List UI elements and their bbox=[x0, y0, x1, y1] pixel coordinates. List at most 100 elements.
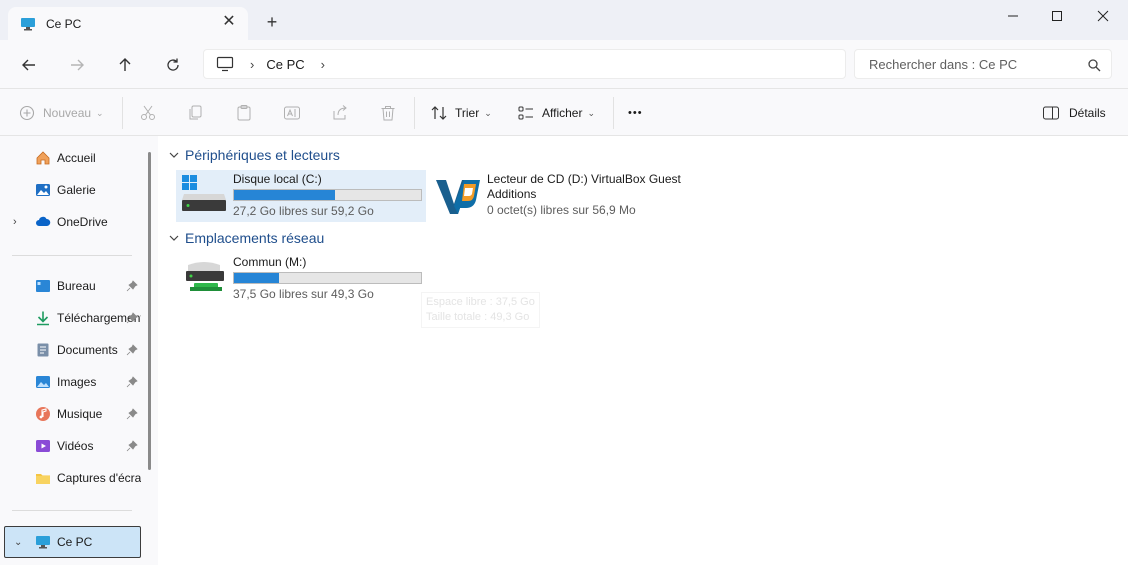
drive-name: Commun (M:) bbox=[233, 255, 307, 269]
network-drive-item-m[interactable]: Commun (M:) 37,5 Go libres sur 49,3 Go bbox=[176, 253, 426, 305]
refresh-button[interactable] bbox=[159, 52, 187, 78]
cloud-icon bbox=[36, 216, 51, 226]
tab-ce-pc[interactable]: Ce PC ✕ bbox=[8, 7, 248, 40]
delete-button[interactable] bbox=[379, 101, 397, 125]
view-icon bbox=[518, 106, 533, 120]
computer-icon bbox=[216, 56, 234, 72]
computer-icon bbox=[21, 17, 35, 30]
close-icon bbox=[1097, 10, 1109, 22]
tooltip-total-size: Taille totale : 49,3 Go bbox=[426, 311, 530, 323]
tab-title: Ce PC bbox=[46, 16, 82, 31]
copy-button[interactable] bbox=[187, 101, 205, 125]
desktop-icon bbox=[36, 280, 50, 292]
arrow-up-icon bbox=[119, 58, 131, 71]
gallery-icon bbox=[36, 184, 50, 196]
sidebar-item-gallery[interactable]: Galerie bbox=[0, 176, 145, 204]
up-button[interactable] bbox=[111, 52, 139, 78]
navigation-pane: Accueil Galerie › OneDrive Bureau Téléch… bbox=[0, 136, 158, 565]
maximize-button[interactable] bbox=[1034, 0, 1080, 32]
chevron-down-icon: ⌄ bbox=[587, 107, 596, 118]
drive-name: Disque local (C:) bbox=[233, 172, 322, 186]
sidebar-item-label: OneDrive bbox=[57, 215, 108, 229]
rename-icon bbox=[284, 106, 300, 120]
folder-icon bbox=[36, 474, 50, 484]
tab-close-button[interactable]: ✕ bbox=[220, 13, 238, 31]
paste-button[interactable] bbox=[235, 101, 253, 125]
sidebar-item-this-pc[interactable]: ⌄ Ce PC bbox=[4, 526, 141, 558]
paste-icon bbox=[237, 105, 251, 121]
separator bbox=[122, 97, 123, 129]
group-header-label: Périphériques et lecteurs bbox=[185, 147, 340, 163]
sidebar-item-music[interactable]: Musique bbox=[0, 400, 145, 428]
chevron-right-icon: › bbox=[250, 56, 255, 72]
computer-icon bbox=[36, 536, 50, 549]
pin-icon bbox=[126, 440, 138, 452]
chevron-down-icon bbox=[169, 235, 179, 241]
view-label: Afficher bbox=[542, 106, 583, 120]
rename-button[interactable] bbox=[283, 101, 301, 125]
sidebar-item-desktop[interactable]: Bureau bbox=[0, 272, 145, 300]
chevron-right-icon[interactable]: › bbox=[13, 216, 17, 228]
chevron-down-icon bbox=[169, 152, 179, 158]
cut-button[interactable] bbox=[139, 101, 157, 125]
arrow-right-icon bbox=[71, 59, 84, 71]
new-button[interactable]: Nouveau ⌄ bbox=[19, 101, 104, 125]
trash-icon bbox=[381, 106, 395, 121]
forward-button[interactable] bbox=[63, 52, 91, 78]
sidebar-scrollbar[interactable] bbox=[148, 152, 151, 470]
sidebar-item-screenshots[interactable]: Captures d'écran bbox=[0, 464, 145, 492]
sidebar-item-home[interactable]: Accueil bbox=[0, 144, 145, 172]
new-tab-button[interactable]: + bbox=[262, 12, 282, 32]
sidebar-item-downloads[interactable]: Téléchargements bbox=[0, 304, 145, 332]
share-icon bbox=[333, 105, 347, 120]
drive-free-space: 37,5 Go libres sur 49,3 Go bbox=[233, 287, 374, 301]
content-pane: Périphériques et lecteurs Disque local (… bbox=[158, 136, 1128, 565]
download-icon bbox=[37, 311, 49, 326]
group-header-network[interactable]: Emplacements réseau bbox=[168, 228, 324, 248]
sidebar-item-label: Ce PC bbox=[57, 535, 93, 549]
details-button[interactable]: Détails bbox=[1042, 101, 1106, 125]
command-bar: Nouveau ⌄ Trier ⌄ Afficher ⌄ ••• Détails bbox=[0, 89, 1128, 136]
drive-item-c[interactable]: Disque local (C:) 27,2 Go libres sur 59,… bbox=[176, 170, 426, 222]
new-label: Nouveau bbox=[43, 106, 92, 120]
virtualbox-cd-icon bbox=[436, 180, 480, 214]
close-button[interactable] bbox=[1080, 0, 1126, 32]
chevron-down-icon[interactable]: ⌄ bbox=[14, 537, 22, 548]
drive-usage-fill bbox=[234, 190, 335, 200]
separator bbox=[613, 97, 614, 129]
search-input[interactable]: Rechercher dans : Ce PC bbox=[854, 49, 1112, 79]
more-options-button[interactable]: ••• bbox=[628, 101, 643, 125]
group-header-devices[interactable]: Périphériques et lecteurs bbox=[168, 145, 340, 165]
documents-icon bbox=[37, 343, 49, 357]
sidebar-item-documents[interactable]: Documents bbox=[0, 336, 145, 364]
minimize-button[interactable] bbox=[990, 0, 1036, 32]
separator bbox=[414, 97, 415, 129]
view-button[interactable]: Afficher ⌄ bbox=[517, 101, 595, 125]
videos-icon bbox=[36, 440, 50, 452]
divider bbox=[12, 510, 132, 511]
sidebar-item-images[interactable]: Images bbox=[0, 368, 145, 396]
drive-item-d[interactable]: Lecteur de CD (D:) VirtualBox Guest Addi… bbox=[430, 170, 700, 222]
details-pane-icon bbox=[1043, 106, 1059, 120]
breadcrumb-ce-pc[interactable]: Ce PC bbox=[266, 57, 304, 72]
share-button[interactable] bbox=[331, 101, 349, 125]
cd-drive-name: Lecteur de CD (D:) VirtualBox Guest Addi… bbox=[487, 172, 681, 201]
drive-tooltip: Espace libre : 37,5 Go Taille totale : 4… bbox=[421, 292, 540, 328]
pin-icon bbox=[126, 408, 138, 420]
sort-button[interactable]: Trier ⌄ bbox=[430, 101, 492, 125]
music-icon bbox=[36, 407, 50, 421]
chevron-down-icon: ⌄ bbox=[484, 107, 492, 118]
back-button[interactable] bbox=[15, 52, 43, 78]
drive-usage-fill bbox=[234, 273, 279, 283]
chevron-right-icon[interactable]: › bbox=[321, 57, 325, 72]
sidebar-item-videos[interactable]: Vidéos bbox=[0, 432, 145, 460]
copy-icon bbox=[189, 105, 202, 120]
address-bar[interactable]: › Ce PC › bbox=[203, 49, 846, 79]
minimize-icon bbox=[1008, 15, 1018, 17]
details-label: Détails bbox=[1069, 106, 1106, 120]
sidebar-item-onedrive[interactable]: › OneDrive bbox=[0, 208, 145, 236]
pin-icon bbox=[126, 312, 138, 324]
sidebar-item-label: Galerie bbox=[57, 183, 96, 197]
plus-circle-icon bbox=[19, 105, 35, 121]
drive-free-space: 27,2 Go libres sur 59,2 Go bbox=[233, 204, 374, 218]
